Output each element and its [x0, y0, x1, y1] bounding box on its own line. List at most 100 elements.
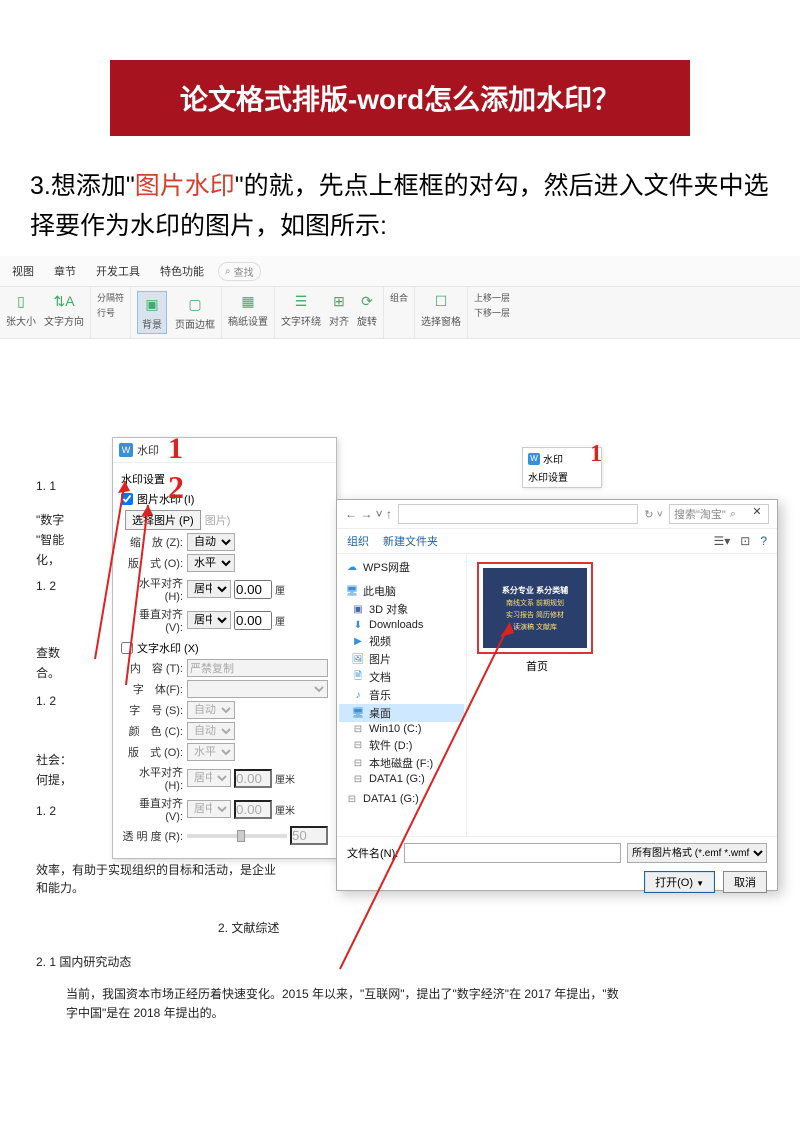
content-input — [187, 659, 328, 677]
sidebar-item-desktop[interactable]: 🖥桌面 — [339, 704, 464, 722]
close-button[interactable]: ✕ — [737, 500, 777, 522]
tab-view[interactable]: 视图 — [6, 260, 40, 282]
halign-num[interactable] — [234, 580, 272, 599]
ribbon-search[interactable]: ⌕查找 — [218, 262, 261, 281]
sidebar-item[interactable]: 🖼图片 — [339, 650, 464, 668]
document-canvas: 1. 1 "数字 "智能 化， 1. 2 查数 合。 1. 2 社会： 何提， … — [0, 339, 800, 1079]
halign-select[interactable]: 居中 — [187, 580, 231, 598]
bring-forward-button[interactable]: 上移一层 — [474, 291, 510, 304]
valign-num[interactable] — [234, 611, 272, 630]
open-button[interactable]: 打开(O) ▼ — [644, 871, 715, 893]
sidebar-wps[interactable]: ☁WPS网盘 — [339, 558, 464, 576]
help-icon[interactable]: ? — [760, 534, 767, 548]
ribbon-toolbar: ▯张大小 ⇅A文字方向 分隔符 行号 ▣背景 ▢页面边框 ▦稿纸设置 ☰文字环绕… — [0, 287, 800, 339]
valign-select[interactable]: 居中 — [187, 611, 231, 629]
annotation-marker-2: 2 — [168, 469, 184, 506]
wps-icon: W — [528, 453, 540, 465]
document-icon: 🗎 — [351, 671, 365, 683]
annotation-marker-dup: 1 — [590, 441, 602, 468]
wrap-icon: ☰ — [291, 291, 311, 311]
drive-icon: ⊟ — [351, 739, 365, 751]
filename-label: 文件名(N): — [347, 845, 398, 861]
drive-icon: ⊟ — [345, 793, 359, 805]
pc-icon: 🖥 — [345, 585, 359, 597]
view-mode-icon[interactable]: ☰▾ — [713, 534, 730, 548]
selection-pane-button[interactable]: ☐选择窗格 — [421, 291, 461, 328]
chevron-down-icon: ▼ — [696, 879, 704, 888]
file-thumbnail-selected[interactable]: 系分专业 系分类辅 南线文系 前期规划 实习报告 简历修材 读演稿 文献库 首页 — [477, 562, 597, 674]
text-direction-button[interactable]: ⇅A文字方向 — [44, 291, 84, 328]
organize-menu[interactable]: 组织 — [347, 533, 369, 549]
filepicker-nav: ← → ˅ ↑ ↻ ˅ 搜索"淘宝"⌕ — [337, 500, 777, 528]
layout-select[interactable]: 水平 — [187, 554, 235, 572]
sidebar-item[interactable]: ⊟本地磁盘 (F:) — [339, 754, 464, 772]
align-button[interactable]: ⊞对齐 — [329, 291, 349, 328]
file-picker-dialog: ✕ ← → ˅ ↑ ↻ ˅ 搜索"淘宝"⌕ 组织 新建文件夹 ☰▾ ⊡ ? ☁W… — [336, 499, 778, 891]
doc-line: 和能力。 — [36, 879, 84, 896]
doc-line: "数字 — [36, 511, 64, 528]
paper-settings-button[interactable]: ▦稿纸设置 — [228, 291, 268, 328]
valign2-num — [234, 800, 272, 819]
sidebar-bottom-drive[interactable]: ⊟DATA1 (G:) — [339, 792, 464, 806]
sidebar-item[interactable]: ⬇Downloads — [339, 618, 464, 632]
ribbon-group-size: ▯张大小 ⇅A文字方向 — [0, 287, 91, 338]
ribbon-group-breaks: 分隔符 行号 — [91, 287, 131, 338]
search-icon: ⌕ — [730, 508, 736, 521]
file-filter-select[interactable]: 所有图片格式 (*.emf *.wmf *.jp — [627, 843, 767, 863]
separator-button[interactable]: 分隔符 — [97, 291, 124, 304]
select-picture-button[interactable]: 选择图片 (P) — [125, 510, 201, 530]
wps-icon: W — [119, 443, 133, 457]
tab-special[interactable]: 特色功能 — [154, 260, 210, 282]
tab-dev[interactable]: 开发工具 — [90, 260, 146, 282]
cancel-button[interactable]: 取消 — [723, 871, 767, 893]
download-icon: ⬇ — [351, 619, 365, 631]
cloud-icon: ☁ — [345, 561, 359, 573]
sidebar-item[interactable]: ⊟DATA1 (G:) — [339, 772, 464, 786]
page-size-button[interactable]: ▯张大小 — [6, 291, 36, 328]
text-wrap-button[interactable]: ☰文字环绕 — [281, 291, 321, 328]
new-folder-button[interactable]: 新建文件夹 — [383, 533, 438, 549]
filepicker-main[interactable]: 系分专业 系分类辅 南线文系 前期规划 实习报告 简历修材 读演稿 文献库 首页 — [467, 554, 777, 836]
doc-line: 社会： — [36, 751, 72, 768]
tab-chapter[interactable]: 章节 — [48, 260, 82, 282]
doc-line: 何提， — [36, 771, 72, 788]
music-icon: ♪ — [351, 689, 365, 701]
sidebar-item[interactable]: 🗎文档 — [339, 668, 464, 686]
breadcrumb-bar[interactable] — [398, 504, 638, 524]
sidebar-item[interactable]: ▣3D 对象 — [339, 600, 464, 618]
select-pane-icon: ☐ — [431, 291, 451, 311]
search-icon: ⌕ — [225, 266, 231, 277]
sidebar-item[interactable]: ⊟Win10 (C:) — [339, 722, 464, 736]
sidebar-item[interactable]: ⊟软件 (D:) — [339, 736, 464, 754]
word-app-window: 视图 章节 开发工具 特色功能 ⌕查找 ▯张大小 ⇅A文字方向 分隔符 行号 ▣… — [0, 256, 800, 1079]
page-border-button[interactable]: ▢页面边框 — [175, 294, 215, 331]
doc-heading: 2. 文献综述 — [218, 919, 279, 936]
background-button[interactable]: ▣背景 — [137, 291, 167, 334]
combine-button[interactable]: 组合 — [390, 291, 408, 304]
size-select: 自动 — [187, 701, 235, 719]
nav-arrows[interactable]: ← → ˅ ↑ — [345, 507, 392, 521]
sidebar-item[interactable]: ♪音乐 — [339, 686, 464, 704]
rotate-button[interactable]: ⟳旋转 — [357, 291, 377, 328]
text-watermark-checkbox[interactable] — [121, 642, 133, 654]
ribbon-group-combine: 组合 — [384, 287, 415, 338]
sidebar-item[interactable]: ▶视频 — [339, 632, 464, 650]
send-backward-button[interactable]: 下移一层 — [474, 306, 510, 319]
pic-watermark-checkbox[interactable] — [121, 493, 133, 505]
filepicker-bottom: 文件名(N): 所有图片格式 (*.emf *.wmf *.jp 打开(O) ▼… — [337, 836, 777, 899]
scale-select[interactable]: 自动 — [187, 533, 235, 551]
filename-input[interactable] — [404, 843, 621, 863]
cube-icon: ▣ — [351, 603, 365, 615]
preview-pane-icon[interactable]: ⊡ — [740, 534, 750, 548]
page-icon: ▯ — [11, 291, 31, 311]
picture-icon: 🖼 — [351, 653, 365, 665]
drive-icon: ⊟ — [351, 773, 365, 785]
sidebar-thispc[interactable]: 🖥此电脑 — [339, 582, 464, 600]
drive-icon: ⊟ — [351, 757, 365, 769]
instruction-text: 3.想添加"图片水印"的就，先点上框框的对勾，然后进入文件夹中选择要作为水印的图… — [30, 166, 770, 246]
grid-paper-icon: ▦ — [238, 291, 258, 311]
ribbon-group-bg: ▣背景 ▢页面边框 — [131, 287, 222, 338]
refresh-icon[interactable]: ↻ ˅ — [644, 508, 663, 521]
line-number-button[interactable]: 行号 — [97, 306, 124, 319]
annotation-marker-1: 1 — [168, 432, 183, 466]
